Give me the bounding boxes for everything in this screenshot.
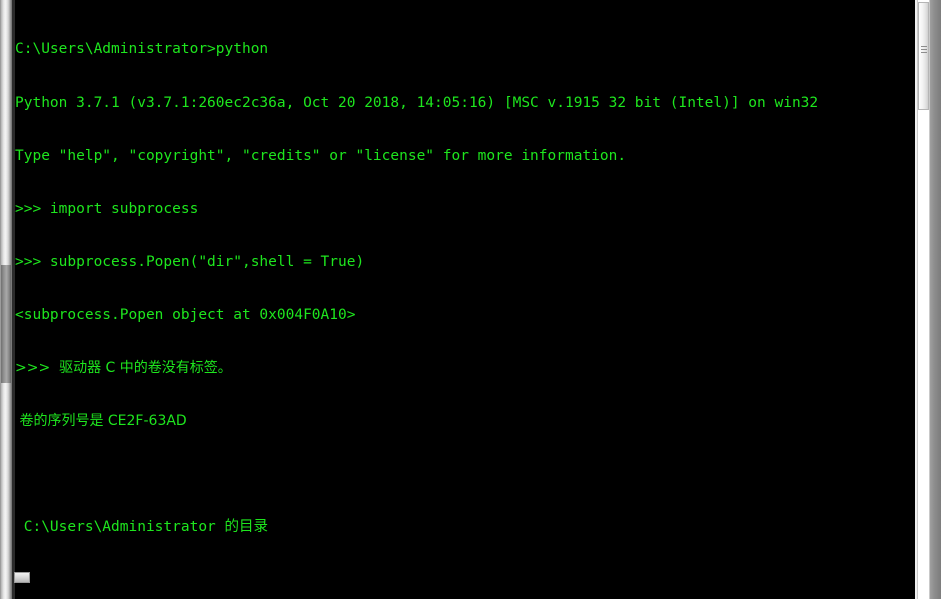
console-line: 卷的序列号是 CE2F-63AD [15, 413, 187, 430]
window-right-border [930, 0, 941, 599]
console-line: >>> 驱动器 C 中的卷没有标签。 [15, 359, 232, 376]
console-line: Type "help", "copyright", "credits" or "… [15, 147, 627, 164]
console-line: Python 3.7.1 (v3.7.1:260ec2c36a, Oct 20 … [15, 94, 819, 111]
console-line: C:\Users\Administrator 的目录 [15, 519, 269, 536]
console-line: C:\Users\Administrator>python [15, 41, 269, 58]
vertical-scrollbar-thumb[interactable] [918, 2, 929, 110]
console-text-area[interactable]: C:\Users\Administrator>python Python 3.7… [15, 6, 905, 596]
left-edge-thumb[interactable] [1, 265, 11, 383]
console-line: <subprocess.Popen object at 0x004F0A10> [15, 306, 356, 323]
console-line: >>> import subprocess [15, 200, 199, 217]
console-line: >>> subprocess.Popen("dir",shell = True) [15, 253, 365, 270]
scrollbar-grip-icon [921, 46, 927, 55]
console-window: C:\Users\Administrator>python Python 3.7… [0, 0, 941, 599]
